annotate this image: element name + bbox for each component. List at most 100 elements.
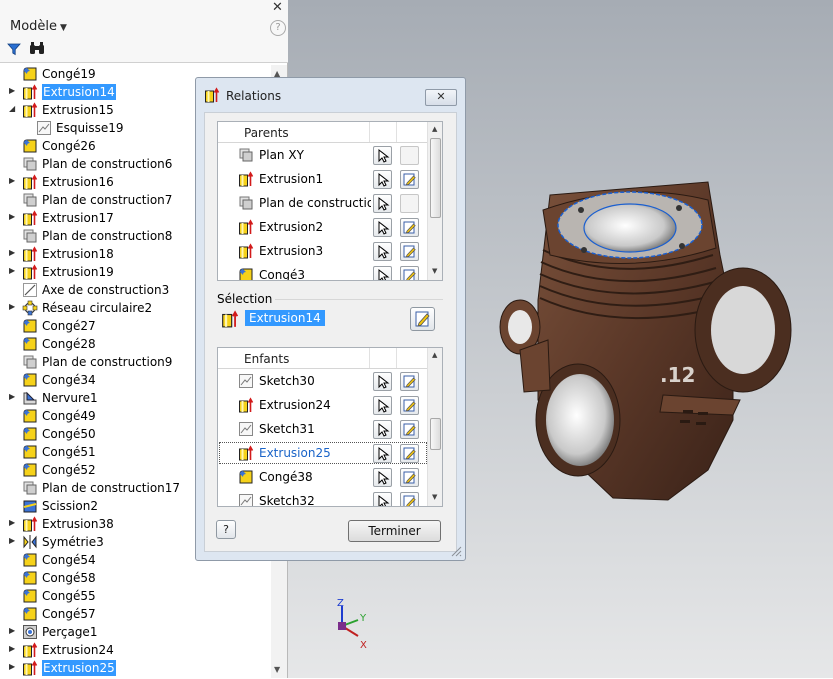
expand-toggle-icon[interactable]: ▶ xyxy=(9,86,15,95)
edit-button[interactable] xyxy=(400,242,419,261)
scroll-down-icon[interactable]: ▼ xyxy=(432,267,437,275)
parents-row[interactable]: Extrusion1 xyxy=(218,167,428,191)
children-row[interactable]: Sketch30 xyxy=(218,369,428,393)
scroll-up-icon[interactable]: ▲ xyxy=(432,125,437,133)
edit-button[interactable] xyxy=(400,468,419,487)
find-icon[interactable] xyxy=(29,41,45,57)
extrusion-icon xyxy=(238,171,254,187)
selection-value[interactable]: Extrusion14 xyxy=(245,310,325,326)
parents-row[interactable]: Plan de construction xyxy=(218,191,428,215)
tree-node-label: Congé57 xyxy=(42,607,96,621)
children-row[interactable]: Extrusion24 xyxy=(218,393,428,417)
expand-toggle-icon[interactable]: ▶ xyxy=(9,536,15,545)
select-button[interactable] xyxy=(373,468,392,487)
extrusion-icon xyxy=(22,660,38,676)
children-list: Enfants Sketch30 Extrusion24 Sketch31 Extru… xyxy=(217,347,443,507)
parents-header-label: Parents xyxy=(244,126,289,140)
tree-node[interactable]: Congé55 xyxy=(0,587,270,605)
parents-row[interactable]: Extrusion2 xyxy=(218,215,428,239)
select-button[interactable] xyxy=(373,372,392,391)
tree-node-label: Symétrie3 xyxy=(42,535,104,549)
children-row[interactable]: Sketch31 xyxy=(218,417,428,441)
dropdown-arrow-icon: ▼ xyxy=(60,23,67,33)
finish-button[interactable]: Terminer xyxy=(348,520,441,542)
edit-button[interactable] xyxy=(400,492,419,506)
edit-selection-button[interactable] xyxy=(410,307,435,331)
dialog-titlebar[interactable]: Relations ✕ xyxy=(196,78,465,110)
close-icon[interactable]: ✕ xyxy=(272,1,283,15)
tree-node-label: Congé27 xyxy=(42,319,96,333)
tree-node-label: Axe de construction3 xyxy=(42,283,170,297)
tree-node-label: Extrusion24 xyxy=(42,643,114,657)
plane-icon xyxy=(238,147,254,163)
tree-node[interactable]: ▶ Extrusion24 xyxy=(0,641,270,659)
tree-node-label: Congé50 xyxy=(42,427,96,441)
tree-node-label: Extrusion19 xyxy=(42,265,114,279)
select-button[interactable] xyxy=(373,194,392,213)
plane-icon xyxy=(22,480,38,496)
parents-scrollbar[interactable]: ▲ ▼ xyxy=(427,122,442,280)
select-button[interactable] xyxy=(373,146,392,165)
expand-toggle-icon[interactable]: ▶ xyxy=(9,302,15,311)
tree-node[interactable]: ▶ Extrusion25 xyxy=(0,659,270,677)
dialog-close-button[interactable]: ✕ xyxy=(425,89,457,106)
children-row[interactable]: Extrusion25 xyxy=(218,441,428,465)
browser-title-label: Modèle xyxy=(10,19,58,34)
select-button[interactable] xyxy=(373,492,392,506)
edit-button[interactable] xyxy=(400,420,419,439)
help-button[interactable]: ? xyxy=(216,520,236,539)
select-button[interactable] xyxy=(373,420,392,439)
scroll-thumb[interactable] xyxy=(430,418,441,450)
edit-button[interactable] xyxy=(400,218,419,237)
edit-button[interactable] xyxy=(400,396,419,415)
select-button[interactable] xyxy=(373,266,392,280)
expand-toggle-icon[interactable]: ▶ xyxy=(9,248,15,257)
scroll-down-icon[interactable]: ▼ xyxy=(432,493,437,501)
parents-row-name: Congé3 xyxy=(259,268,305,281)
edit-button[interactable] xyxy=(400,266,419,280)
edit-button[interactable] xyxy=(400,444,419,463)
expand-toggle-icon[interactable]: ▶ xyxy=(9,266,15,275)
edit-button[interactable] xyxy=(400,170,419,189)
browser-title-dropdown[interactable]: Modèle ▼ xyxy=(10,19,67,34)
help-icon[interactable]: ? xyxy=(270,20,286,36)
expand-toggle-icon[interactable]: ▶ xyxy=(9,626,15,635)
tree-node[interactable]: Congé58 xyxy=(0,569,270,587)
tree-node-label: Nervure1 xyxy=(42,391,98,405)
children-row[interactable]: Congé38 xyxy=(218,465,428,489)
filter-icon[interactable] xyxy=(7,42,21,56)
resize-grip-icon[interactable] xyxy=(450,545,462,557)
scroll-up-icon[interactable]: ▲ xyxy=(432,351,437,359)
tree-node-label: Extrusion17 xyxy=(42,211,114,225)
children-row-name: Congé38 xyxy=(259,470,313,484)
children-row[interactable]: Sketch32 xyxy=(218,489,428,506)
edit-button[interactable] xyxy=(400,372,419,391)
fillet-icon xyxy=(22,138,38,154)
tree-node[interactable]: Congé57 xyxy=(0,605,270,623)
select-button[interactable] xyxy=(373,218,392,237)
select-button[interactable] xyxy=(373,444,392,463)
parents-row[interactable]: Extrusion3 xyxy=(218,239,428,263)
expand-toggle-icon[interactable]: ▶ xyxy=(9,392,15,401)
parents-row[interactable]: Plan XY xyxy=(218,143,428,167)
tree-node-label: Plan de construction8 xyxy=(42,229,173,243)
tree-node-label: Scission2 xyxy=(42,499,98,513)
expand-toggle-icon[interactable]: ▶ xyxy=(9,212,15,221)
expand-toggle-icon[interactable]: ▶ xyxy=(9,644,15,653)
parents-row[interactable]: Congé3 xyxy=(218,263,428,281)
scroll-down-icon[interactable]: ▼ xyxy=(274,665,280,674)
select-button[interactable] xyxy=(373,242,392,261)
expand-toggle-icon[interactable]: ◢ xyxy=(9,104,15,113)
scroll-thumb[interactable] xyxy=(430,138,441,218)
extrusion-icon xyxy=(22,246,38,262)
selection-label: Sélection xyxy=(217,292,276,306)
select-button[interactable] xyxy=(373,396,392,415)
expand-toggle-icon[interactable]: ▶ xyxy=(9,518,15,527)
children-scrollbar[interactable]: ▲ ▼ xyxy=(427,348,442,506)
tree-node[interactable]: ▶ Perçage1 xyxy=(0,623,270,641)
expand-toggle-icon[interactable]: ▶ xyxy=(9,662,15,671)
tree-node-label: Congé52 xyxy=(42,463,96,477)
tree-node-label: Esquisse19 xyxy=(56,121,124,135)
select-button[interactable] xyxy=(373,170,392,189)
expand-toggle-icon[interactable]: ▶ xyxy=(9,176,15,185)
